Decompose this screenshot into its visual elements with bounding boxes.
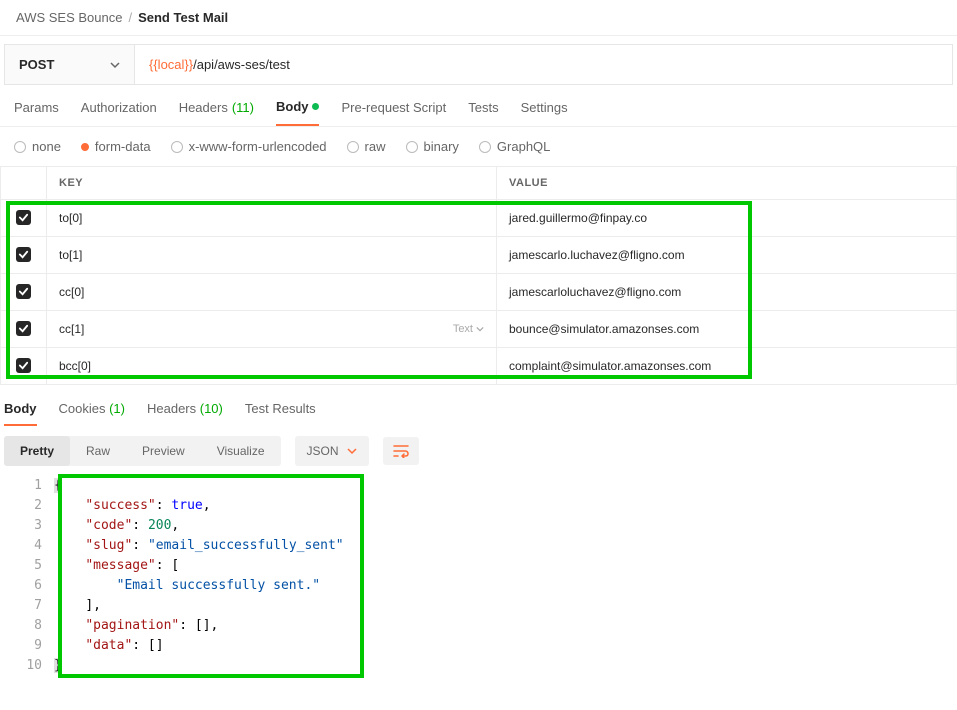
body-type-raw[interactable]: raw (347, 139, 386, 154)
row-value-cell[interactable]: bounce@simulator.amazonses.com (497, 311, 957, 348)
row-checkbox-cell[interactable] (1, 311, 47, 348)
body-type-graphql[interactable]: GraphQL (479, 139, 550, 154)
table-row: cc[1] Text bounce@simulator.amazonses.com (1, 311, 957, 348)
request-bar: POST {{local}}/api/aws-ses/test (4, 44, 953, 85)
checkbox-checked-icon (16, 358, 31, 373)
resp-tab-body[interactable]: Body (4, 401, 37, 426)
wrap-lines-button[interactable] (383, 437, 419, 465)
breadcrumb-current: Send Test Mail (138, 10, 228, 25)
form-data-table: KEY VALUE to[0] jared.guillermo@finpay.co… (0, 166, 957, 385)
radio-checked-icon (81, 143, 89, 151)
chevron-down-icon (347, 446, 357, 456)
row-key-text: to[1] (59, 248, 82, 262)
table-row: cc[0] jamescarloluchavez@fligno.com (1, 274, 957, 311)
breadcrumb-sep: / (128, 10, 132, 25)
tab-body[interactable]: Body (276, 99, 320, 126)
row-value-cell[interactable]: complaint@simulator.amazonses.com (497, 348, 957, 385)
resp-tab-cookies[interactable]: Cookies (1) (59, 401, 125, 426)
url-path: /api/aws-ses/test (193, 57, 290, 72)
table-row: to[1] jamescarlo.luchavez@fligno.com (1, 237, 957, 274)
row-checkbox-cell[interactable] (1, 237, 47, 274)
view-pretty[interactable]: Pretty (4, 436, 70, 466)
key-type-hint[interactable]: Text (453, 323, 484, 335)
row-checkbox-cell[interactable] (1, 200, 47, 237)
tab-authorization[interactable]: Authorization (81, 99, 157, 126)
checkbox-checked-icon (16, 321, 31, 336)
wrap-icon (393, 444, 409, 458)
resp-tab-headers[interactable]: Headers (10) (147, 401, 223, 426)
row-key-cell[interactable]: bcc[0] (47, 348, 497, 385)
radio-icon (406, 141, 418, 153)
response-tabs: Body Cookies (1) Headers (10) Test Resul… (0, 385, 957, 426)
row-key-cell[interactable]: cc[0] (47, 274, 497, 311)
checkbox-checked-icon (16, 247, 31, 262)
request-url-input[interactable]: {{local}}/api/aws-ses/test (135, 45, 952, 84)
row-key-cell[interactable]: cc[1] Text (47, 311, 497, 348)
radio-icon (14, 141, 26, 153)
http-method-label: POST (19, 57, 54, 72)
table-row: bcc[0] complaint@simulator.amazonses.com (1, 348, 957, 385)
chevron-down-icon (110, 60, 120, 70)
checkbox-checked-icon (16, 284, 31, 299)
row-key-text: cc[1] (59, 322, 84, 336)
request-tabs: Params Authorization Headers (11) Body P… (0, 85, 957, 127)
response-code-area: 12345678910 { "success": true, "code": 2… (4, 476, 953, 676)
view-visualize[interactable]: Visualize (201, 436, 281, 466)
body-type-binary[interactable]: binary (406, 139, 459, 154)
body-modified-dot-icon (312, 103, 319, 110)
response-view-bar: Pretty Raw Preview Visualize JSON (0, 426, 957, 476)
row-key-text: to[0] (59, 211, 82, 225)
row-key-cell[interactable]: to[0] (47, 200, 497, 237)
radio-icon (171, 141, 183, 153)
row-checkbox-cell[interactable] (1, 348, 47, 385)
tab-tests[interactable]: Tests (468, 99, 498, 126)
chevron-down-icon (476, 325, 484, 333)
tab-settings[interactable]: Settings (521, 99, 568, 126)
tab-body-label: Body (276, 99, 309, 114)
row-value-cell[interactable]: jamescarlo.luchavez@fligno.com (497, 237, 957, 274)
tab-prerequest[interactable]: Pre-request Script (341, 99, 446, 126)
code-gutter: 12345678910 (4, 476, 54, 676)
view-raw[interactable]: Raw (70, 436, 126, 466)
tab-headers-count: (11) (232, 100, 254, 115)
view-tabs: Pretty Raw Preview Visualize (4, 436, 281, 466)
checkbox-checked-icon (16, 210, 31, 225)
body-type-none[interactable]: none (14, 139, 61, 154)
tab-params[interactable]: Params (14, 99, 59, 126)
format-select[interactable]: JSON (295, 436, 369, 466)
row-key-text: cc[0] (59, 285, 84, 299)
header-check-col (1, 167, 47, 200)
url-variable: {{local}} (149, 57, 193, 72)
table-row: to[0] jared.guillermo@finpay.co (1, 200, 957, 237)
row-key-text: bcc[0] (59, 359, 91, 373)
header-key: KEY (47, 167, 497, 200)
resp-tab-test-results[interactable]: Test Results (245, 401, 316, 426)
row-value-cell[interactable]: jamescarloluchavez@fligno.com (497, 274, 957, 311)
body-type-row: none form-data x-www-form-urlencoded raw… (0, 127, 957, 166)
view-preview[interactable]: Preview (126, 436, 201, 466)
radio-icon (347, 141, 359, 153)
breadcrumb: AWS SES Bounce / Send Test Mail (0, 0, 957, 35)
row-checkbox-cell[interactable] (1, 274, 47, 311)
row-value-cell[interactable]: jared.guillermo@finpay.co (497, 200, 957, 237)
tab-headers[interactable]: Headers (11) (179, 99, 254, 126)
body-type-x-www-form-urlencoded[interactable]: x-www-form-urlencoded (171, 139, 327, 154)
row-key-cell[interactable]: to[1] (47, 237, 497, 274)
form-data-table-container: KEY VALUE to[0] jared.guillermo@finpay.co… (0, 166, 957, 385)
http-method-select[interactable]: POST (5, 45, 135, 84)
radio-icon (479, 141, 491, 153)
tab-headers-label: Headers (179, 100, 228, 115)
code-body[interactable]: { "success": true, "code": 200, "slug": … (54, 476, 953, 676)
header-value: VALUE (497, 167, 957, 200)
breadcrumb-parent[interactable]: AWS SES Bounce (16, 10, 122, 25)
body-type-form-data[interactable]: form-data (81, 139, 151, 154)
